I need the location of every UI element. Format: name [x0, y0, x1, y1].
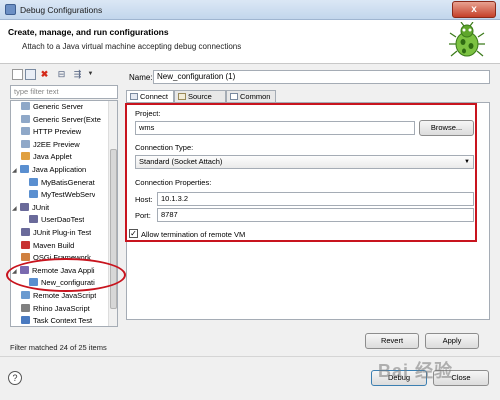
highlight-box [125, 103, 477, 242]
name-field[interactable]: New_configuration (1) [153, 70, 490, 84]
collapse-all-icon[interactable]: ⊟ [56, 69, 67, 80]
server-icon [21, 114, 30, 123]
server-icon [21, 139, 30, 148]
connect-icon [130, 93, 138, 100]
tree-item[interactable]: Task Context Test [21, 315, 93, 326]
tree-item[interactable]: ◢ Java Application [12, 164, 86, 177]
tree-item[interactable]: Maven Build [21, 240, 74, 253]
config-tree: Generic Server Generic Server(Exte HTTP Pr… [10, 100, 118, 327]
tab-source[interactable]: Source [174, 90, 226, 102]
duplicate-icon[interactable] [25, 69, 36, 80]
applet-icon [21, 152, 30, 161]
tree-item-label: Maven Build [33, 240, 75, 250]
name-label: Name: [129, 73, 153, 82]
server-icon [21, 127, 30, 136]
apply-button[interactable]: Apply [425, 333, 479, 349]
expand-triangle-icon[interactable]: ◢ [12, 203, 20, 215]
tree-item[interactable]: ◢ JUnit [12, 202, 49, 215]
remote-js-icon [21, 291, 30, 299]
maven-icon [21, 240, 30, 249]
tree-item-label: HTTP Preview [33, 127, 82, 137]
rhino-icon [21, 303, 30, 312]
osgi-icon [21, 253, 30, 262]
junit-icon [20, 202, 29, 211]
filter-status: Filter matched 24 of 25 items [10, 343, 107, 352]
tree-item-label: MyBatisGenerat [41, 177, 95, 187]
tree-item[interactable]: Generic Server(Exte [21, 114, 101, 127]
tree-item[interactable]: J2EE Preview [21, 139, 80, 152]
filter-icon[interactable]: ⇶ [72, 69, 83, 80]
tree-item[interactable]: Java Applet [21, 151, 72, 164]
app-icon [5, 4, 16, 15]
filter-input[interactable]: type filter text [10, 85, 118, 99]
debug-bug-icon [449, 22, 485, 57]
tree-item-label: MyTestWebServ [41, 190, 96, 200]
tab-connect-label: Connect [140, 92, 168, 101]
highlight-ellipse [6, 258, 126, 292]
task-icon [21, 316, 30, 325]
tree-item[interactable]: JUnit Plug-in Test [21, 227, 91, 240]
tree-item[interactable]: MyTestWebServ [29, 189, 95, 202]
java-app-icon [20, 165, 29, 173]
header-subtitle: Attach to a Java virtual machine accepti… [22, 42, 242, 51]
tab-common[interactable]: Common [226, 90, 276, 102]
tree-item-label: JUnit Plug-in Test [33, 228, 92, 237]
tree-item[interactable]: HTTP Preview [21, 126, 81, 139]
tree-item-label: UserDaoTest [41, 215, 85, 225]
window-title: Debug Configurations [20, 5, 103, 15]
new-config-icon[interactable] [12, 69, 23, 80]
header-title: Create, manage, and run configurations [8, 27, 169, 37]
common-icon [230, 93, 238, 100]
server-icon [21, 102, 30, 110]
tree-item-label: JUnit [32, 202, 50, 212]
tree-item[interactable]: MyBatisGenerat [29, 177, 95, 190]
tree-item-label: Task Context Test [33, 316, 93, 326]
tree-item-label: Generic Server [33, 102, 84, 111]
tree-item[interactable]: Rhino JavaScript [21, 303, 90, 316]
revert-button[interactable]: Revert [365, 333, 419, 349]
title-bar: Debug Configurations x [0, 0, 500, 20]
window-close-button[interactable]: x [452, 1, 496, 18]
delete-icon[interactable]: ✖ [39, 69, 50, 80]
junit-plugin-icon [21, 228, 30, 236]
java-app-icon [29, 177, 38, 186]
expand-triangle-icon[interactable]: ◢ [12, 165, 20, 177]
tab-common-label: Common [240, 92, 271, 101]
tree-item[interactable]: UserDaoTest [29, 214, 84, 227]
watermark-logo: Bai 经验 [378, 361, 454, 381]
tree-scrollbar[interactable] [108, 101, 117, 326]
tree-item-label: J2EE Preview [33, 139, 80, 149]
junit-icon [29, 215, 38, 224]
tab-source-label: Source [188, 92, 212, 101]
tree-item-label: Generic Server(Exte [33, 114, 101, 124]
chevron-down-icon[interactable]: ▼ [85, 69, 96, 80]
tree-item-label: Rhino JavaScript [33, 303, 90, 313]
source-icon [178, 93, 186, 100]
tree-item-label: Java Applet [33, 152, 72, 162]
tree-item-label: Java Application [32, 165, 87, 174]
dialog-header: Create, manage, and run configurations A… [0, 20, 500, 64]
tree-item[interactable]: Generic Server [21, 101, 83, 114]
tree-item-label: Remote JavaScript [33, 291, 97, 300]
java-app-icon [29, 190, 38, 199]
help-icon[interactable]: ? [8, 371, 22, 385]
